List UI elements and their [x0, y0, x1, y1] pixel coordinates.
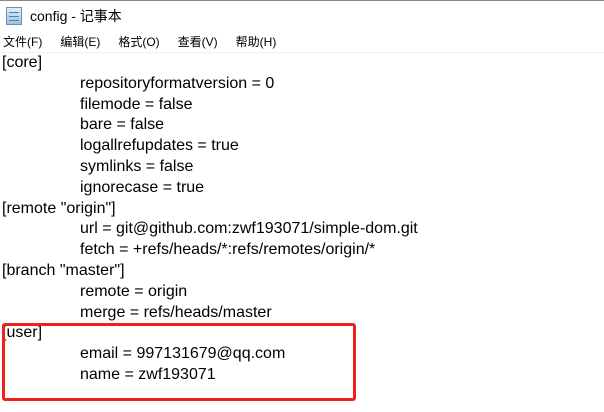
text-line: remote = origin	[80, 282, 188, 300]
text-line: repositoryformatversion = 0	[80, 74, 275, 92]
menu-format[interactable]: 格式(O)	[118, 33, 159, 50]
menu-help[interactable]: 帮助(H)	[236, 33, 277, 50]
title-bar: config - 记事本	[0, 1, 604, 31]
highlight-box	[2, 323, 356, 401]
text-line: filemode = false	[80, 95, 193, 113]
text-line: [branch "master"]	[2, 261, 125, 279]
text-line: url = git@github.com:zwf193071/simple-do…	[80, 220, 418, 238]
window-title: config - 记事本	[30, 8, 122, 24]
text-line: logallrefupdates = true	[80, 137, 239, 155]
menu-file[interactable]: 文件(F)	[3, 33, 42, 50]
notepad-icon	[6, 7, 22, 25]
text-line: symlinks = false	[80, 157, 194, 175]
text-line: [core]	[2, 54, 43, 71]
text-line: ignorecase = true	[80, 178, 205, 196]
text-line: [remote "origin"]	[2, 199, 116, 217]
text-line: fetch = +refs/heads/*:refs/remotes/origi…	[80, 241, 376, 259]
menu-bar: 文件(F) 编辑(E) 格式(O) 查看(V) 帮助(H)	[0, 31, 604, 51]
menu-edit[interactable]: 编辑(E)	[60, 33, 100, 50]
text-line: bare = false	[80, 116, 165, 134]
menu-view[interactable]: 查看(V)	[178, 33, 218, 50]
text-line: merge = refs/heads/master	[80, 303, 272, 321]
